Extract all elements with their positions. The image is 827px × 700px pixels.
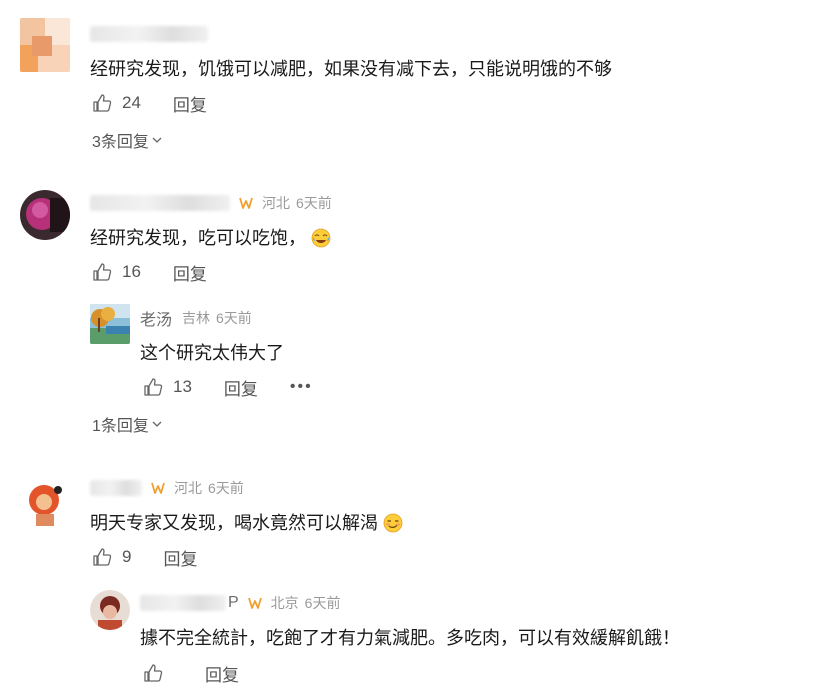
reply-button[interactable]: 回复 [224, 375, 258, 400]
comment-meta: 河北 6天前 [90, 476, 244, 500]
laugh-cry-emoji-icon [311, 228, 331, 248]
like-button[interactable]: 16 [92, 262, 141, 282]
chevron-down-icon [152, 421, 162, 427]
comment-actions: 24 回复 [92, 90, 239, 116]
comment-text: 经研究发现，饥饿可以减肥，如果没有减下去，只能说明饿的不够 [90, 59, 612, 79]
comment-meta: 河北 6天前 [90, 191, 332, 215]
comment-location: 河北 [262, 195, 290, 211]
chevron-down-icon [152, 137, 162, 143]
like-button[interactable]: 24 [92, 93, 141, 113]
avatar-blurred-image [20, 190, 70, 240]
username-blurred[interactable] [90, 480, 142, 496]
reply-time: 6天前 [216, 310, 252, 326]
reply-text: 这个研究太伟大了 [140, 343, 284, 363]
comment-time: 6天前 [208, 480, 244, 496]
more-options-button[interactable]: ••• [290, 378, 313, 396]
smirk-emoji-icon [383, 513, 403, 533]
like-button[interactable] [143, 663, 173, 683]
like-button[interactable]: 9 [92, 547, 131, 567]
comment-text: 明天专家又发现，喝水竟然可以解渴 [90, 510, 403, 536]
reply-button[interactable]: 回复 [173, 91, 207, 116]
comment-time: 6天前 [296, 195, 332, 211]
expand-replies[interactable]: 1条回复 [92, 412, 162, 436]
comment-text-content: 明天专家又发现，喝水竟然可以解渴 [90, 513, 378, 533]
comment-actions: 16 回复 [92, 259, 239, 285]
thumbs-up-icon [144, 378, 163, 396]
avatar-blurred-image [90, 590, 130, 630]
expand-replies[interactable]: 3条回复 [92, 128, 162, 152]
thumbs-up-icon [144, 664, 163, 682]
reply-button[interactable]: 回复 [173, 260, 207, 285]
like-button[interactable]: 13 [143, 377, 192, 397]
reply-location: 北京 [270, 595, 299, 611]
reply-avatar[interactable] [90, 590, 130, 630]
username-blurred[interactable] [90, 26, 208, 42]
thumbs-up-icon [93, 263, 112, 281]
vip-badge-icon [239, 197, 253, 209]
reply-actions: 13 回复 ••• [143, 374, 313, 400]
comment-text-content: 经研究发现，吃可以吃饱， [90, 228, 306, 248]
reply-meta: P 北京 6天前 [140, 591, 340, 615]
avatar[interactable] [20, 190, 70, 240]
comment-meta [90, 22, 216, 46]
comment-text: 经研究发现，吃可以吃饱， [90, 225, 331, 251]
thumbs-up-icon [93, 548, 112, 566]
like-count: 24 [122, 93, 141, 112]
username-blurred[interactable] [140, 595, 226, 611]
reply-button[interactable]: 回复 [163, 545, 197, 570]
comment-location: 河北 [174, 480, 202, 496]
like-count: 9 [122, 547, 132, 566]
username-blurred[interactable] [90, 195, 230, 211]
reply-time: 6天前 [304, 595, 341, 611]
reply-avatar[interactable] [90, 304, 130, 344]
avatar[interactable] [20, 18, 70, 72]
thumbs-up-icon [93, 94, 112, 112]
vip-badge-icon [247, 597, 262, 609]
comment-actions: 9 回复 [92, 544, 229, 570]
reply-button[interactable]: 回复 [205, 661, 239, 686]
avatar-blurred-image [20, 18, 70, 72]
reply-text: 據不完全統計，吃飽了才有力氣減肥。多吃肉，可以有效緩解飢餓！ [140, 628, 680, 648]
like-count: 13 [173, 377, 192, 396]
reply-username-tail: P [228, 594, 239, 611]
reply-meta: 老汤 吉林 6天前 [140, 306, 252, 330]
comment-thread: 经研究发现，饥饿可以减肥，如果没有减下去，只能说明饿的不够 24 回复 3条回复 [0, 0, 827, 700]
avatar-landscape-image [90, 304, 130, 344]
expand-replies-label: 1条回复 [92, 418, 149, 435]
like-count: 16 [122, 262, 141, 281]
avatar[interactable] [20, 478, 70, 528]
avatar-blurred-image [20, 478, 70, 528]
reply-actions: 回复 [143, 660, 271, 686]
reply-username[interactable]: 老汤 [140, 306, 172, 330]
reply-location: 吉林 [182, 310, 211, 326]
expand-replies-label: 3条回复 [92, 134, 149, 151]
vip-badge-icon [151, 482, 165, 494]
